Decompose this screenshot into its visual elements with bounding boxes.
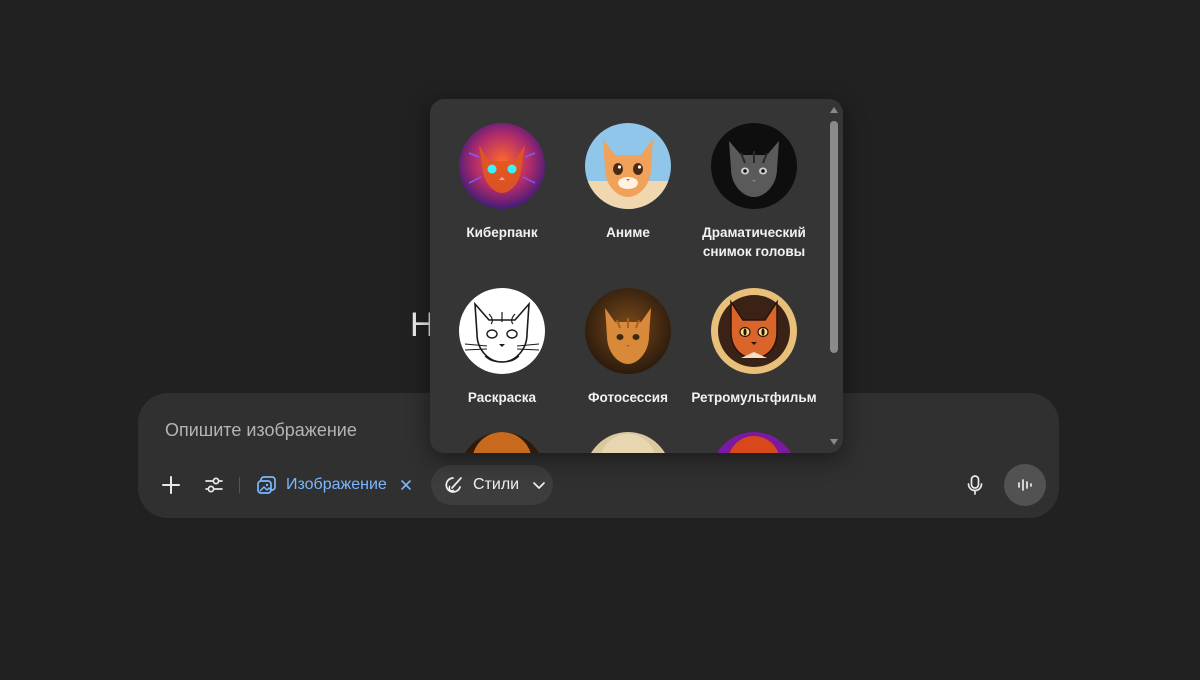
retro-cartoon-cat-thumbnail — [711, 288, 797, 374]
style-option-photoshoot[interactable]: Фотосессия — [565, 288, 691, 407]
style-option-label: Киберпанк — [466, 225, 538, 240]
style-option-label: Аниме — [606, 225, 650, 240]
style-option-label: Ретромультфильм — [691, 390, 817, 405]
anime-cat-thumbnail — [585, 123, 671, 209]
style-option-dramatic-headshot[interactable]: Драматический снимок головы — [691, 123, 817, 261]
style-option-coloring[interactable]: Раскраска — [439, 288, 565, 407]
tools-button[interactable] — [196, 467, 232, 503]
style-option-anime[interactable]: Аниме — [565, 123, 691, 242]
add-button[interactable] — [153, 467, 189, 503]
toolbar-divider — [239, 477, 240, 493]
sliders-icon — [205, 477, 223, 493]
page: Н Изображение — [0, 0, 1200, 680]
photoshoot-cat-thumbnail — [585, 288, 671, 374]
styles-dropdown-button[interactable]: Стили — [431, 465, 553, 505]
image-mode-chip[interactable]: Изображение — [256, 467, 415, 503]
style-option-cyberpunk[interactable]: Киберпанк — [439, 123, 565, 242]
close-icon — [400, 480, 411, 490]
waveform-icon — [1018, 479, 1032, 491]
voice-mode-button[interactable] — [1004, 464, 1046, 506]
style-option-row3-1[interactable] — [439, 432, 565, 453]
dictate-button[interactable] — [957, 467, 993, 503]
style-option-row3-2[interactable] — [565, 432, 691, 453]
scroll-down-arrow-icon[interactable] — [829, 437, 839, 447]
style-thumbnail — [459, 432, 545, 453]
style-option-row3-3[interactable] — [691, 432, 817, 453]
plus-icon — [162, 476, 180, 494]
style-option-retro-cartoon[interactable]: Ретромультфильм — [691, 288, 817, 407]
chevron-down-icon — [533, 482, 545, 489]
style-option-label: Раскраска — [467, 390, 537, 405]
scroll-up-arrow-icon[interactable] — [829, 105, 839, 115]
image-icon — [257, 476, 276, 494]
style-option-label: Драматический снимок головы — [702, 225, 806, 259]
style-thumbnail — [585, 432, 671, 453]
dramatic-headshot-cat-thumbnail — [711, 123, 797, 209]
cyberpunk-cat-thumbnail — [459, 123, 545, 209]
style-thumbnail — [711, 432, 797, 453]
image-chip-label: Изображение — [286, 476, 387, 493]
microphone-icon — [967, 475, 983, 495]
styles-menu: Киберпанк Аниме Драматический снимок гол… — [430, 99, 843, 453]
remove-image-mode-button[interactable] — [397, 476, 415, 494]
styles-menu-scrollbar[interactable] — [829, 105, 839, 447]
style-option-label: Фотосессия — [588, 390, 668, 405]
styles-chip-label: Стили — [473, 476, 520, 493]
scrollbar-thumb[interactable] — [830, 121, 838, 353]
brush-icon — [445, 477, 462, 493]
coloring-cat-thumbnail — [459, 288, 545, 374]
